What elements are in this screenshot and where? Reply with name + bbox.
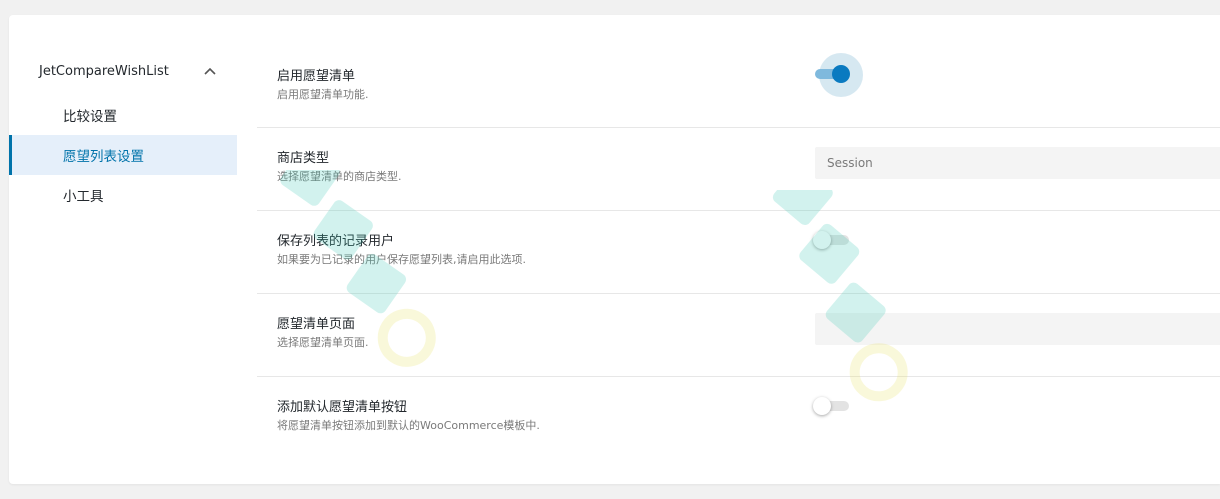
save-for-users-toggle[interactable] bbox=[813, 231, 849, 249]
setting-row-enable-wishlist: 启用愿望清单 启用愿望清单功能. bbox=[257, 45, 1220, 128]
setting-description: 启用愿望清单功能. bbox=[277, 88, 369, 101]
sidebar-item-compare-settings[interactable]: 比较设置 bbox=[9, 95, 237, 135]
setting-row-save-for-users: 保存列表的记录用户 如果要为已记录的用户保存愿望列表,请启用此选项. bbox=[257, 211, 1220, 294]
enable-wishlist-toggle[interactable] bbox=[815, 53, 863, 97]
toggle-knob bbox=[813, 397, 831, 415]
setting-row-default-button: 添加默认愿望清单按钮 将愿望清单按钮添加到默认的WooCommerce模板中. bbox=[257, 377, 1220, 459]
sidebar-group-header[interactable]: JetCompareWishList bbox=[39, 62, 217, 80]
toggle-knob bbox=[832, 65, 850, 83]
setting-label: 商店类型 bbox=[277, 151, 330, 166]
setting-label: 愿望清单页面 bbox=[277, 317, 356, 332]
sidebar-item-wishlist-settings[interactable]: 愿望列表设置 bbox=[9, 135, 237, 175]
setting-label: 启用愿望清单 bbox=[277, 69, 356, 84]
settings-list: 启用愿望清单 启用愿望清单功能. 商店类型 选择愿望清单的商店类型. Sessi… bbox=[257, 45, 1220, 459]
sidebar-item-label: 小工具 bbox=[63, 189, 104, 205]
sidebar-group-title: JetCompareWishList bbox=[39, 63, 169, 79]
wishlist-page-select[interactable] bbox=[815, 313, 1220, 345]
sidebar-item-label: 比较设置 bbox=[63, 109, 117, 125]
setting-row-wishlist-page: 愿望清单页面 选择愿望清单页面. bbox=[257, 294, 1220, 377]
setting-description: 如果要为已记录的用户保存愿望列表,请启用此选项. bbox=[277, 253, 526, 266]
toggle-knob bbox=[813, 231, 831, 249]
setting-description: 选择愿望清单的商店类型. bbox=[277, 170, 402, 183]
sidebar-item-label: 愿望列表设置 bbox=[63, 149, 144, 165]
default-button-toggle[interactable] bbox=[813, 397, 849, 415]
setting-description: 将愿望清单按钮添加到默认的WooCommerce模板中. bbox=[277, 419, 540, 432]
setting-description: 选择愿望清单页面. bbox=[277, 336, 369, 349]
setting-label: 保存列表的记录用户 bbox=[277, 234, 395, 249]
sidebar-item-widgets[interactable]: 小工具 bbox=[9, 175, 237, 215]
chevron-up-icon[interactable] bbox=[203, 64, 217, 78]
setting-label: 添加默认愿望清单按钮 bbox=[277, 400, 408, 415]
settings-panel: JetCompareWishList 比较设置 愿望列表设置 小工具 启用愿望清… bbox=[9, 15, 1220, 484]
store-type-select[interactable]: Session bbox=[815, 147, 1220, 179]
setting-row-store-type: 商店类型 选择愿望清单的商店类型. Session bbox=[257, 128, 1220, 211]
